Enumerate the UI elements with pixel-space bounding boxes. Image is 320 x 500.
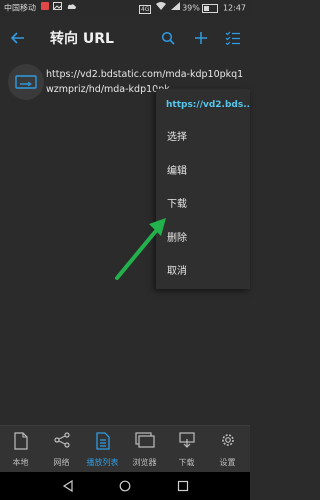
clock: 12:47 [222, 3, 246, 13]
menu-item-download[interactable]: 下载 [156, 188, 250, 222]
back-arrow-icon [11, 32, 24, 44]
system-recents-button[interactable] [175, 478, 191, 494]
status-bar: 中国移动 4G 39% 12:47 [0, 0, 250, 16]
nav-download[interactable]: 下载 [166, 426, 207, 473]
carrier-name: 中国移动 [4, 3, 36, 13]
app-toolbar: 转向 URL [0, 16, 250, 60]
nav-playlist[interactable]: 播放列表 [82, 426, 123, 473]
playlist-icon [95, 432, 110, 450]
bell-icon [40, 0, 49, 16]
menu-item-delete[interactable]: 删除 [156, 222, 250, 256]
nav-label: 下载 [178, 458, 195, 467]
nav-label: 设置 [219, 458, 236, 467]
cloud-icon [67, 0, 77, 16]
browser-icon [134, 432, 155, 448]
bottom-nav: 本地 网络 播放列表 浏览器 下载 设置 [0, 425, 250, 473]
status-right: 4G 39% 12:47 [138, 0, 246, 18]
circle-home-icon [119, 480, 131, 492]
url-thumbnail [8, 64, 44, 100]
system-home-button[interactable] [117, 478, 133, 494]
file-icon [13, 432, 28, 450]
back-button[interactable] [4, 16, 32, 60]
nav-network[interactable]: 网络 [41, 426, 82, 473]
plus-icon [195, 32, 207, 44]
square-recents-icon [177, 480, 189, 492]
add-button[interactable] [187, 16, 215, 60]
menu-item-cancel[interactable]: 取消 [156, 255, 250, 289]
status-left: 中国移动 [4, 0, 77, 17]
wifi-icon [155, 0, 166, 16]
share-network-icon [53, 432, 70, 448]
download-icon [178, 432, 195, 448]
menu-item-edit[interactable]: 编辑 [156, 155, 250, 189]
battery-percent: 39% [182, 3, 200, 13]
menu-header: https://vd2.bds... [166, 100, 250, 110]
system-back-button[interactable] [60, 478, 76, 494]
nav-local[interactable]: 本地 [0, 426, 41, 473]
gear-icon [221, 434, 234, 446]
signal-icon [170, 0, 180, 16]
checklist-icon [225, 31, 240, 45]
triangle-back-icon [62, 480, 73, 492]
nav-label: 本地 [12, 458, 29, 467]
image-icon [53, 0, 63, 16]
menu-item-select[interactable]: 选择 [156, 121, 250, 155]
signal-badge: 4G [138, 4, 152, 14]
nav-label: 浏览器 [132, 458, 157, 467]
nav-label: 播放列表 [86, 458, 119, 467]
nav-settings[interactable]: 设置 [207, 426, 248, 473]
search-icon [161, 31, 175, 45]
context-menu: https://vd2.bds... 选择 编辑 下载 删除 取消 [156, 89, 250, 289]
link-icon [15, 75, 37, 89]
system-nav-bar [0, 472, 250, 500]
select-button[interactable] [219, 16, 247, 60]
nav-label: 网络 [53, 458, 70, 467]
search-button[interactable] [154, 16, 182, 60]
battery-icon [202, 3, 219, 13]
nav-browser[interactable]: 浏览器 [124, 426, 165, 473]
page-title: 转向 URL [50, 31, 114, 47]
